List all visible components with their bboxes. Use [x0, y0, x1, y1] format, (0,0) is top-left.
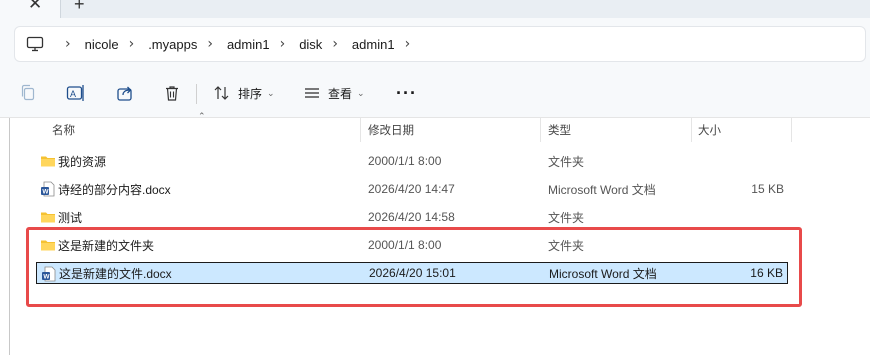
trash-icon	[162, 83, 182, 103]
breadcrumb-separator-icon[interactable]: ›	[129, 36, 135, 52]
tab-strip: ✕ +	[0, 0, 870, 18]
command-bar: A 排序 ⌄ 查看 ⌄ ···	[0, 68, 870, 118]
rename-button[interactable]: A	[66, 80, 86, 106]
address-bar[interactable]: › nicole › .myapps › admin1 › disk › adm…	[14, 26, 866, 62]
file-row[interactable]: 我的资源 2000/1/1 8:00 文件夹	[36, 150, 788, 172]
file-name: 诗经的部分内容.docx	[58, 182, 171, 197]
annotation-highlight-box	[26, 227, 802, 307]
column-divider[interactable]	[791, 118, 792, 142]
close-tab-icon[interactable]: ✕	[28, 0, 42, 14]
file-type: 文件夹	[548, 154, 585, 169]
column-header-type[interactable]: 类型	[548, 118, 571, 142]
share-icon	[115, 83, 135, 103]
delete-button[interactable]	[162, 80, 182, 106]
tab-divider	[60, 0, 61, 18]
column-divider[interactable]	[360, 118, 361, 142]
sort-ascending-icon: ⌃	[198, 111, 206, 121]
svg-text:A: A	[70, 89, 76, 99]
breadcrumb-item-admin1-current[interactable]: admin1	[352, 37, 395, 52]
copy-button[interactable]	[18, 80, 38, 106]
file-name: 我的资源	[58, 154, 107, 169]
sort-label: 排序	[238, 86, 263, 101]
column-header-modified[interactable]: 修改日期	[368, 118, 414, 142]
copy-icon	[18, 83, 38, 103]
new-tab-icon[interactable]: +	[74, 0, 85, 14]
breadcrumb-separator-icon[interactable]: ›	[332, 36, 338, 52]
column-header-name[interactable]: 名称	[52, 118, 75, 142]
breadcrumb-separator-icon[interactable]: ›	[405, 36, 411, 52]
breadcrumb-separator-icon[interactable]: ›	[207, 36, 213, 52]
breadcrumb-item-myapps[interactable]: .myapps	[148, 37, 197, 52]
rename-icon: A	[66, 83, 86, 103]
file-size: 15 KB	[751, 182, 784, 196]
folder-icon	[40, 153, 56, 169]
chevron-down-icon: ⌄	[357, 87, 365, 98]
folder-icon	[40, 209, 56, 225]
column-divider[interactable]	[691, 118, 692, 142]
file-row[interactable]: 测试 2026/4/20 14:58 文件夹	[36, 206, 788, 228]
word-doc-icon: W	[40, 181, 56, 197]
view-label: 查看	[328, 86, 353, 101]
computer-icon[interactable]	[25, 34, 45, 54]
view-button[interactable]: 查看 ⌄	[302, 80, 365, 106]
file-row[interactable]: W 诗经的部分内容.docx 2026/4/20 14:47 Microsoft…	[36, 178, 788, 200]
file-type: Microsoft Word 文档	[548, 182, 656, 197]
file-modified: 2026/4/20 14:47	[368, 182, 455, 196]
breadcrumb-separator-icon[interactable]: ›	[65, 36, 71, 52]
more-options-button[interactable]: ···	[396, 80, 417, 106]
sort-button[interactable]: 排序 ⌄	[212, 80, 275, 106]
file-name: 测试	[58, 210, 83, 225]
file-modified: 2026/4/20 14:58	[368, 210, 455, 224]
file-type: 文件夹	[548, 210, 585, 225]
sort-icon	[212, 83, 232, 103]
breadcrumb-item-disk[interactable]: disk	[299, 37, 322, 52]
chevron-down-icon: ⌄	[267, 87, 275, 98]
breadcrumb-separator-icon[interactable]: ›	[280, 36, 286, 52]
column-divider[interactable]	[540, 118, 541, 142]
share-button[interactable]	[115, 80, 135, 106]
more-icon: ···	[396, 82, 417, 103]
nav-pane-divider[interactable]	[9, 118, 10, 355]
breadcrumb-item-admin1[interactable]: admin1	[227, 37, 270, 52]
file-modified: 2000/1/1 8:00	[368, 154, 442, 168]
toolbar-divider	[196, 84, 197, 104]
breadcrumb-item-nicole[interactable]: nicole	[85, 37, 119, 52]
svg-text:W: W	[42, 189, 49, 196]
breadcrumb: › nicole › .myapps › admin1 › disk › adm…	[55, 36, 424, 52]
current-tab[interactable]: ✕	[0, 0, 60, 18]
view-list-icon	[302, 83, 322, 103]
column-header-size[interactable]: 大小	[698, 118, 721, 142]
